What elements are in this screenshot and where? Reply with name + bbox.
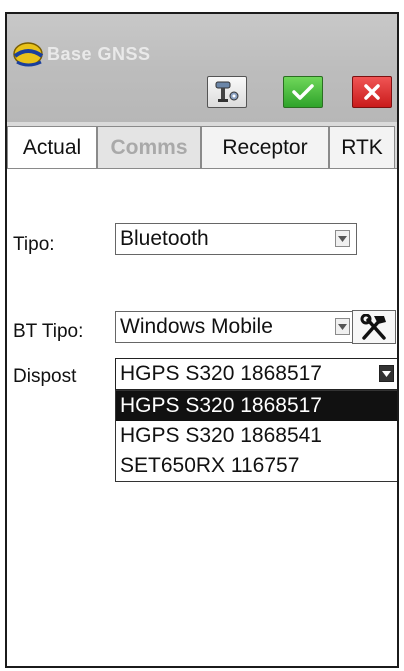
bt-tipo-value: Windows Mobile <box>120 315 273 338</box>
tab-actual[interactable]: Actual <box>7 126 97 168</box>
ok-button[interactable] <box>283 76 323 108</box>
tab-comms[interactable]: Comms <box>97 126 201 168</box>
helmet-logo-icon <box>13 42 44 67</box>
tipo-label: Tipo: <box>13 234 55 255</box>
gnss-receiver-settings-icon <box>215 81 239 102</box>
cancel-button[interactable] <box>352 76 392 108</box>
dispost-label: Dispost <box>13 366 77 387</box>
bluetooth-tools-button[interactable] <box>352 310 396 344</box>
tipo-select[interactable]: Bluetooth <box>115 223 357 255</box>
tab-strip: Actual Comms Receptor RTK <box>7 122 397 169</box>
close-icon <box>364 84 380 100</box>
dispost-option[interactable]: HGPS S320 1868541 <box>116 421 397 451</box>
tab-rtk[interactable]: RTK <box>329 126 395 168</box>
chevron-down-icon <box>379 365 394 382</box>
dispost-option[interactable]: SET650RX 116757 <box>116 451 397 481</box>
tipo-value: Bluetooth <box>120 227 209 250</box>
dispost-select[interactable]: HGPS S320 1868517 <box>115 358 397 390</box>
title-bar: Base GNSS <box>7 14 397 123</box>
app-window: Base GNSS Actual Comms Receptor RTK Tipo… <box>5 12 399 668</box>
dispost-dropdown-list: HGPS S320 1868517 HGPS S320 1868541 SET6… <box>115 390 397 482</box>
dispost-value: HGPS S320 1868517 <box>120 362 322 385</box>
tab-receptor[interactable]: Receptor <box>201 126 329 168</box>
bt-tipo-select[interactable]: Windows Mobile <box>115 311 357 343</box>
receiver-settings-button[interactable] <box>207 76 247 108</box>
chevron-down-icon <box>335 230 350 247</box>
tab-label: RTK <box>341 135 383 159</box>
checkmark-icon <box>292 84 314 100</box>
tab-label: Actual <box>22 135 82 159</box>
tab-label: Receptor <box>222 135 308 159</box>
hammer-wrench-icon <box>360 314 386 340</box>
bt-tipo-label: BT Tipo: <box>13 321 84 342</box>
tab-label: Comms <box>110 135 188 159</box>
app-title: Base GNSS <box>47 44 151 64</box>
chevron-down-icon <box>335 318 350 335</box>
dispost-option[interactable]: HGPS S320 1868517 <box>116 391 397 421</box>
